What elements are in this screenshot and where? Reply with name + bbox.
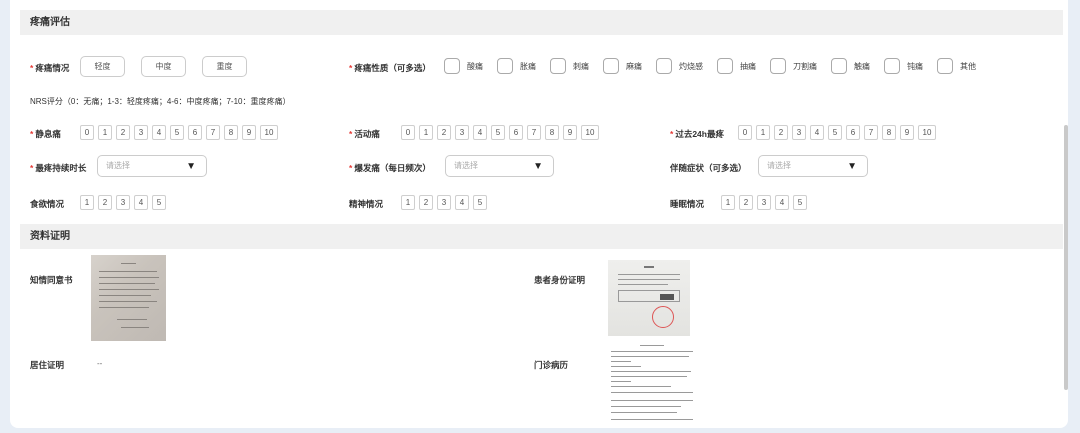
rest-pain-label: * 静息痛 (30, 129, 61, 139)
rest-pain-9[interactable]: 9 (242, 125, 256, 140)
rest-pain-1[interactable]: 1 (98, 125, 112, 140)
spirit-label: 精神情况 (349, 199, 384, 209)
symptoms-label: 伴随症状（可多选） (670, 163, 747, 173)
activity-pain-0[interactable]: 0 (401, 125, 415, 140)
activity-pain-8[interactable]: 8 (545, 125, 559, 140)
checkbox-stabbing[interactable] (550, 58, 566, 74)
sleep-label: 睡眠情况 (670, 199, 705, 209)
patient-id-document-thumbnail[interactable] (608, 260, 690, 336)
worst-24h-7[interactable]: 7 (864, 125, 878, 140)
assessment-card: 疼痛评估 * 疼痛情况 轻度 中度 重度 * 疼痛性质（可多选） 酸痛 胀痛 刺痛 … (10, 0, 1068, 428)
pain-section-title: 疼痛评估 (20, 10, 1063, 35)
checkbox-other[interactable] (937, 58, 953, 74)
sleep-scale: 1 2 3 4 5 (721, 195, 807, 210)
rest-pain-2[interactable]: 2 (116, 125, 130, 140)
spirit-5[interactable]: 5 (473, 195, 487, 210)
activity-pain-7[interactable]: 7 (527, 125, 541, 140)
worst-24h-10[interactable]: 10 (918, 125, 936, 140)
spirit-1[interactable]: 1 (401, 195, 415, 210)
activity-pain-5[interactable]: 5 (491, 125, 505, 140)
spirit-scale: 1 2 3 4 5 (401, 195, 487, 210)
worst-24h-9[interactable]: 9 (900, 125, 914, 140)
checkbox-cutting[interactable] (770, 58, 786, 74)
sleep-4[interactable]: 4 (775, 195, 789, 210)
symptoms-select[interactable]: 请选择 ▼ (758, 155, 868, 177)
sleep-5[interactable]: 5 (793, 195, 807, 210)
spirit-2[interactable]: 2 (419, 195, 433, 210)
appetite-scale: 1 2 3 4 5 (80, 195, 166, 210)
sleep-3[interactable]: 3 (757, 195, 771, 210)
dropdown-arrow-icon: ▼ (847, 161, 857, 172)
worst-24h-label: * 过去24h最疼 (670, 129, 724, 139)
checkbox-burning[interactable] (656, 58, 672, 74)
worst-24h-6[interactable]: 6 (846, 125, 860, 140)
activity-pain-10[interactable]: 10 (581, 125, 599, 140)
activity-pain-2[interactable]: 2 (437, 125, 451, 140)
rest-pain-10[interactable]: 10 (260, 125, 278, 140)
rest-pain-scale: 0 1 2 3 4 5 6 7 8 9 10 (80, 125, 278, 140)
residence-value: -- (97, 359, 103, 368)
breakthrough-select[interactable]: 请选择 ▼ (445, 155, 554, 177)
rest-pain-3[interactable]: 3 (134, 125, 148, 140)
worst-duration-select[interactable]: 请选择 ▼ (97, 155, 207, 177)
nrs-note: NRS评分（0：无痛；1-3：轻度疼痛；4-6：中度疼痛；7-10：重度疼痛） (30, 97, 291, 106)
docs-section-title: 资料证明 (20, 224, 1063, 249)
spirit-3[interactable]: 3 (437, 195, 451, 210)
checkbox-cramping[interactable] (717, 58, 733, 74)
outpatient-label: 门诊病历 (534, 360, 569, 370)
consent-label: 知情同意书 (30, 275, 73, 285)
rest-pain-5[interactable]: 5 (170, 125, 184, 140)
spirit-4[interactable]: 4 (455, 195, 469, 210)
pain-level-label: * 疼痛情况 (30, 63, 70, 73)
consent-document-thumbnail[interactable] (91, 255, 166, 341)
appetite-2[interactable]: 2 (98, 195, 112, 210)
pain-nature-options: 酸痛 胀痛 刺痛 麻痛 灼烧感 抽痛 刀割痛 触痛 钝痛 其他 (444, 58, 990, 74)
vertical-scrollbar[interactable] (1064, 125, 1068, 390)
pain-level-mild[interactable]: 轻度 (80, 56, 125, 77)
residence-label: 居住证明 (30, 360, 65, 370)
activity-pain-6[interactable]: 6 (509, 125, 523, 140)
activity-pain-3[interactable]: 3 (455, 125, 469, 140)
activity-pain-9[interactable]: 9 (563, 125, 577, 140)
appetite-label: 食欲情况 (30, 199, 65, 209)
worst-24h-4[interactable]: 4 (810, 125, 824, 140)
activity-pain-4[interactable]: 4 (473, 125, 487, 140)
appetite-5[interactable]: 5 (152, 195, 166, 210)
worst-24h-3[interactable]: 3 (792, 125, 806, 140)
pain-level-severe[interactable]: 重度 (202, 56, 247, 77)
sleep-1[interactable]: 1 (721, 195, 735, 210)
rest-pain-7[interactable]: 7 (206, 125, 220, 140)
worst-24h-scale: 0 1 2 3 4 5 6 7 8 9 10 (738, 125, 936, 140)
activity-pain-1[interactable]: 1 (419, 125, 433, 140)
checkbox-aching[interactable] (444, 58, 460, 74)
worst-duration-label: * 最疼持续时长 (30, 163, 87, 173)
worst-24h-0[interactable]: 0 (738, 125, 752, 140)
rest-pain-0[interactable]: 0 (80, 125, 94, 140)
checkbox-distending[interactable] (497, 58, 513, 74)
dropdown-arrow-icon: ▼ (533, 161, 543, 172)
checkbox-dull[interactable] (884, 58, 900, 74)
outpatient-record-thumbnail[interactable] (608, 342, 696, 422)
sleep-2[interactable]: 2 (739, 195, 753, 210)
worst-24h-1[interactable]: 1 (756, 125, 770, 140)
rest-pain-4[interactable]: 4 (152, 125, 166, 140)
activity-pain-scale: 0 1 2 3 4 5 6 7 8 9 10 (401, 125, 599, 140)
rest-pain-8[interactable]: 8 (224, 125, 238, 140)
rest-pain-6[interactable]: 6 (188, 125, 202, 140)
worst-24h-8[interactable]: 8 (882, 125, 896, 140)
appetite-3[interactable]: 3 (116, 195, 130, 210)
appetite-4[interactable]: 4 (134, 195, 148, 210)
pain-level-moderate[interactable]: 中度 (141, 56, 186, 77)
worst-24h-2[interactable]: 2 (774, 125, 788, 140)
worst-24h-5[interactable]: 5 (828, 125, 842, 140)
pain-nature-label: * 疼痛性质（可多选） (349, 63, 431, 73)
appetite-1[interactable]: 1 (80, 195, 94, 210)
breakthrough-label: * 爆发痛（每日频次） (349, 163, 431, 173)
checkbox-tender[interactable] (831, 58, 847, 74)
dropdown-arrow-icon: ▼ (186, 161, 196, 172)
checkbox-numb[interactable] (603, 58, 619, 74)
patient-id-label: 患者身份证明 (534, 275, 586, 285)
activity-pain-label: * 活动痛 (349, 129, 380, 139)
